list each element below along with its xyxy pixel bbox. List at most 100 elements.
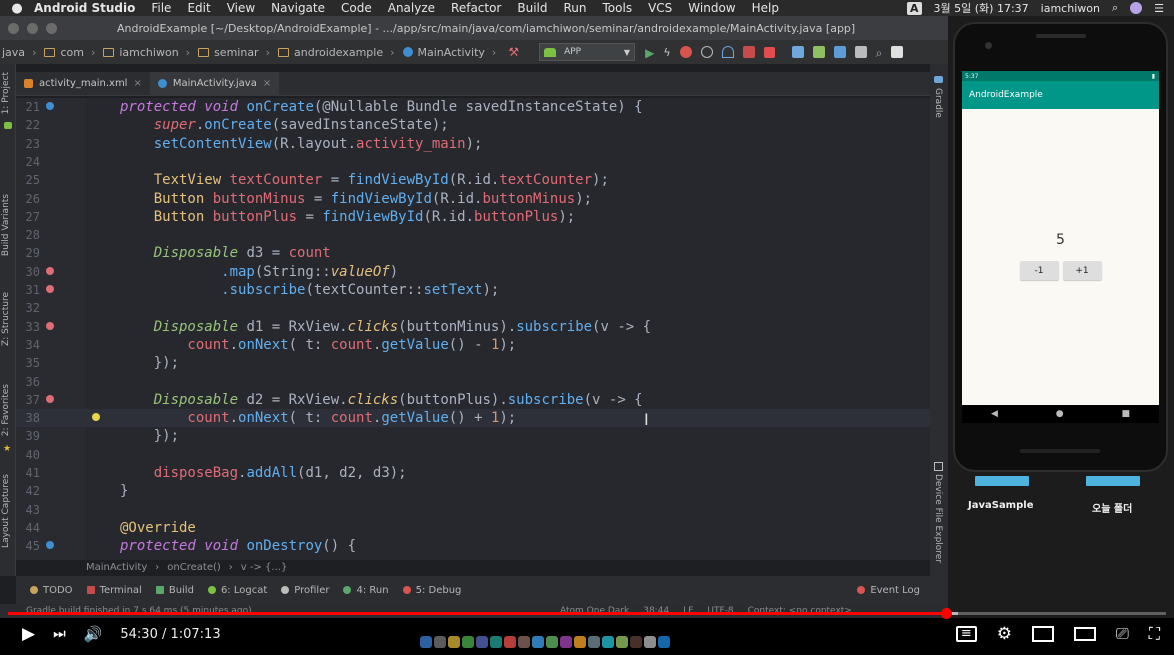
apply-changes-icon[interactable]: ϟ — [663, 46, 670, 59]
tab-mainactivity-java[interactable]: MainActivity.java × — [149, 71, 280, 96]
line-number[interactable]: 42 — [16, 482, 40, 500]
app-menu[interactable]: Android Studio — [34, 1, 135, 15]
editor-crumb-lambda[interactable]: v -> {...} — [241, 562, 288, 573]
line-number[interactable]: 31 — [16, 281, 40, 299]
breadcrumb-com[interactable]: com › — [44, 46, 95, 59]
theater-mode-icon[interactable] — [1073, 627, 1096, 641]
tool-favorites[interactable]: 2: Favorites — [1, 384, 11, 436]
tab-activity-main-xml[interactable]: activity_main.xml × — [16, 72, 150, 96]
debug-icon[interactable] — [679, 46, 692, 58]
breadcrumb-mainactivity[interactable]: MainActivity › — [402, 46, 496, 59]
lambda-marker-icon[interactable] — [46, 285, 54, 293]
code-line[interactable]: 23 setContentView(R.layout.activity_main… — [16, 135, 930, 153]
sync-gradle-icon[interactable] — [791, 46, 804, 58]
dock-app-icon[interactable] — [630, 636, 642, 648]
code-editor[interactable]: 21 protected void onCreate(@Nullable Bund… — [16, 98, 930, 560]
dock-app-icon[interactable] — [476, 636, 488, 648]
line-number[interactable]: 28 — [16, 226, 40, 244]
menu-analyze[interactable]: Analyze — [388, 1, 435, 15]
hammer-icon[interactable]: ⚒ — [508, 45, 519, 59]
line-number[interactable]: 33 — [16, 318, 40, 336]
editor-crumb-class[interactable]: MainActivity — [86, 562, 147, 573]
override-marker-icon[interactable] — [46, 541, 54, 550]
tool-project[interactable]: 1: Project — [1, 72, 11, 114]
line-number[interactable]: 26 — [16, 190, 40, 208]
close-tab-icon[interactable]: × — [263, 78, 271, 89]
apple-menu-icon[interactable]: ● — [0, 1, 34, 16]
device-explorer-icon[interactable] — [854, 46, 867, 58]
dock-app-icon[interactable] — [616, 636, 628, 648]
close-tab-icon[interactable]: × — [133, 78, 141, 89]
toolwindow-profiler[interactable]: Profiler — [281, 585, 329, 596]
code-line[interactable]: 38 count.onNext( t: count.getValue() + 1… — [16, 409, 930, 428]
line-number[interactable]: 30 — [16, 263, 40, 281]
tool-structure[interactable]: Z: Structure — [1, 292, 11, 346]
code-line[interactable]: 35 }); — [16, 354, 930, 372]
layout-inspector-icon[interactable] — [891, 46, 904, 58]
lambda-marker-icon[interactable] — [46, 394, 54, 403]
line-number[interactable]: 38 — [16, 409, 40, 427]
close-window-icon[interactable] — [8, 22, 19, 34]
line-number[interactable]: 21 — [16, 98, 40, 116]
line-number[interactable]: 37 — [16, 391, 40, 409]
line-number[interactable]: 41 — [16, 464, 40, 482]
code-line[interactable]: 22 super.onCreate(savedInstanceState); — [16, 116, 930, 134]
dock-app-icon[interactable] — [504, 636, 516, 648]
nav-home-icon[interactable]: ● — [1056, 409, 1064, 419]
code-line[interactable]: 27 Button buttonPlus = findViewById(R.id… — [16, 208, 930, 226]
code-line[interactable]: 29 Disposable d3 = count — [16, 244, 930, 262]
nav-back-icon[interactable]: ◀ — [991, 409, 998, 419]
emulator-screen[interactable]: 5:37 ▮ AndroidExample 5 -1 +1 — [962, 71, 1159, 405]
line-number[interactable]: 23 — [16, 135, 40, 153]
line-number[interactable]: 32 — [16, 299, 40, 317]
breadcrumb-seminar[interactable]: seminar › — [198, 46, 270, 59]
button-plus[interactable]: +1 — [1062, 261, 1102, 280]
event-log[interactable]: Event Log — [857, 585, 920, 596]
input-source-badge[interactable]: A — [907, 1, 922, 15]
code-line[interactable]: 32 — [16, 299, 930, 317]
menu-edit[interactable]: Edit — [187, 1, 210, 15]
line-number[interactable]: 29 — [16, 244, 40, 262]
line-number[interactable]: 36 — [16, 373, 40, 391]
toolwindow-debug[interactable]: 5: Debug — [402, 585, 461, 596]
dock-app-icon[interactable] — [644, 636, 656, 648]
code-line[interactable]: 45 protected void onDestroy() { — [16, 537, 930, 555]
line-number[interactable]: 44 — [16, 519, 40, 537]
video-progress-bar[interactable] — [8, 612, 1166, 615]
dock-app-icon[interactable] — [462, 636, 474, 648]
code-line[interactable]: 30 .map(String::valueOf) — [16, 263, 930, 281]
volume-icon[interactable]: 🔊 — [84, 624, 103, 644]
dock-app-icon[interactable] — [602, 636, 614, 648]
miniplayer-icon[interactable] — [1031, 626, 1054, 642]
menu-vcs[interactable]: VCS — [648, 1, 672, 15]
menu-refactor[interactable]: Refactor — [451, 1, 501, 15]
settings-gear-icon[interactable]: ⚙ — [997, 624, 1012, 644]
breadcrumb-androidexample[interactable]: androidexample › — [278, 46, 395, 59]
next-video-icon[interactable]: ⏭ — [53, 624, 66, 644]
code-line[interactable]: 42} — [16, 482, 930, 500]
desktop-label-javasample[interactable]: JavaSample — [968, 500, 1033, 511]
code-line[interactable]: 39 }); — [16, 427, 930, 445]
line-number[interactable]: 35 — [16, 354, 40, 372]
code-line[interactable]: 31 .subscribe(textCounter::setText); — [16, 281, 930, 299]
toolwindow-terminal[interactable]: Terminal — [86, 585, 142, 596]
zoom-window-icon[interactable] — [46, 22, 57, 34]
tool-build-variants[interactable]: Build Variants — [1, 194, 11, 256]
code-line[interactable]: 34 count.onNext( t: count.getValue() - 1… — [16, 336, 930, 354]
menu-navigate[interactable]: Navigate — [271, 1, 325, 15]
minimize-window-icon[interactable] — [27, 22, 38, 34]
menu-view[interactable]: View — [227, 1, 255, 15]
toolwindow-run[interactable]: 4: Run — [343, 585, 389, 596]
menu-build[interactable]: Build — [517, 1, 547, 15]
dock-app-icon[interactable] — [420, 636, 432, 648]
dock-app-icon[interactable] — [448, 636, 460, 648]
dock-app-icon[interactable] — [560, 636, 572, 648]
lambda-marker-icon[interactable] — [46, 266, 54, 275]
avd-manager-icon[interactable] — [812, 46, 825, 58]
toolwindow-logcat[interactable]: 6: Logcat — [207, 585, 267, 596]
search-icon[interactable]: ⌕ — [876, 46, 883, 60]
line-number[interactable]: 24 — [16, 153, 40, 171]
menu-run[interactable]: Run — [564, 1, 587, 15]
dock-app-icon[interactable] — [546, 636, 558, 648]
sdk-manager-icon[interactable] — [833, 46, 846, 58]
